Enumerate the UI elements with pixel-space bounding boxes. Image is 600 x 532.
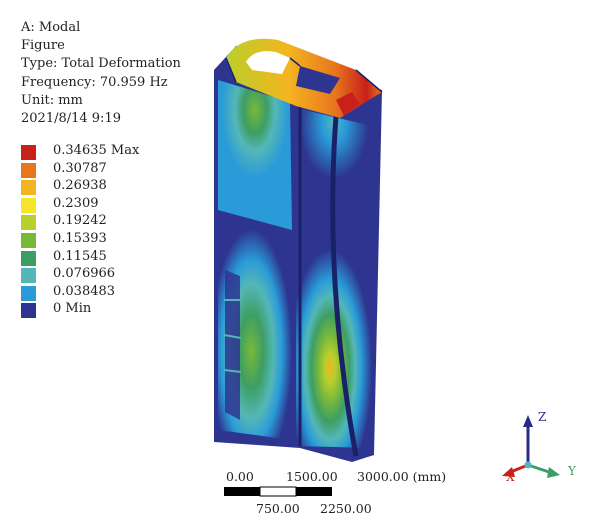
legend-label: 0.076966 — [53, 266, 116, 282]
scale-label-3000: 3000.00 (mm) — [357, 469, 447, 484]
legend-label: 0.15393 — [53, 230, 107, 246]
scale-label-2250: 2250.00 — [320, 501, 372, 516]
legend-swatch — [21, 197, 36, 213]
scale-bar: 0.00 1500.00 3000.00 (mm) 750.00 2250.00 — [210, 465, 470, 525]
legend-label: 0.2309 — [53, 195, 99, 211]
deformation-model-icon[interactable] — [195, 28, 395, 463]
legend-label: 0.26938 — [53, 178, 107, 194]
legend-label: 0.34635 Max — [53, 143, 140, 158]
result-frequency: Frequency: 70.959 Hz — [21, 74, 168, 90]
axis-x-label: X — [506, 470, 515, 484]
scale-ruler — [224, 486, 332, 497]
result-name: Figure — [21, 38, 65, 54]
legend-swatch — [21, 285, 36, 301]
legend-swatch — [21, 268, 36, 284]
coordinate-triad-icon[interactable]: Z Y X — [492, 405, 592, 485]
result-type: Type: Total Deformation — [21, 56, 181, 72]
legend-label: 0.038483 — [53, 283, 116, 299]
legend-swatch — [21, 250, 36, 266]
scale-label-750: 750.00 — [256, 501, 300, 516]
axis-y-label: Y — [567, 464, 577, 478]
legend-label: 0.30787 — [53, 160, 107, 176]
scale-label-1500: 1500.00 — [286, 469, 338, 484]
result-unit: Unit: mm — [21, 92, 83, 108]
result-timestamp: 2021/8/14 9:19 — [21, 111, 121, 127]
legend-label: 0.19242 — [53, 213, 107, 229]
legend-swatch — [21, 145, 36, 160]
legend-label: 0.11545 — [53, 248, 107, 264]
legend-swatch — [21, 303, 36, 319]
axis-z-label: Z — [538, 410, 546, 424]
legend-swatch — [21, 232, 36, 248]
legend-swatch — [21, 162, 36, 178]
result-header: A: Modal Figure Type: Total Deformation … — [21, 19, 181, 128]
legend-swatch — [21, 180, 36, 196]
scale-label-0: 0.00 — [226, 469, 254, 484]
legend-label: 0 Min — [53, 301, 92, 317]
analysis-title: A: Modal — [21, 20, 81, 35]
legend-swatch — [21, 215, 36, 231]
